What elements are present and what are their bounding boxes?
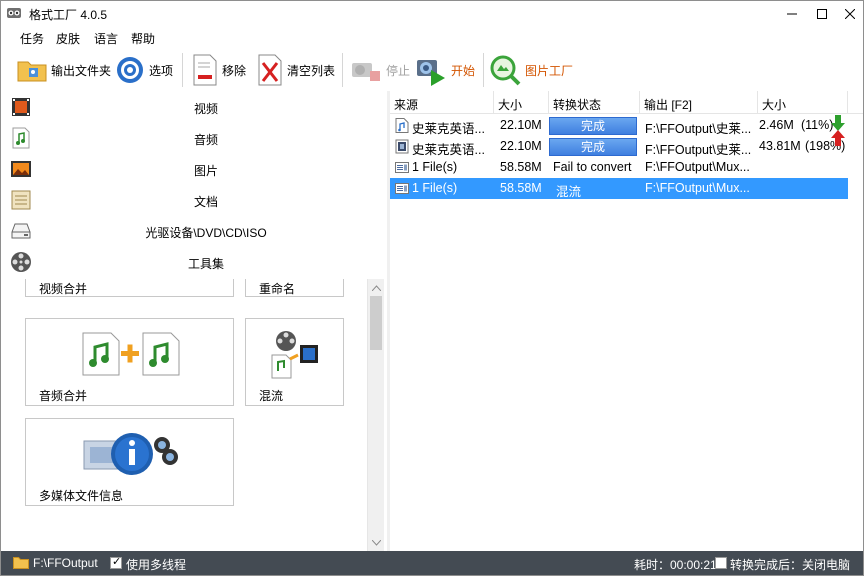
options-button[interactable]: 选项: [115, 51, 173, 89]
table-row-selected[interactable]: 1 File(s) 58.58M 混流 F:\FFOutput\Mux...: [390, 178, 848, 199]
cell-status: Fail to convert: [553, 160, 632, 174]
info-icon: [83, 433, 178, 475]
video-file-icon: [395, 139, 409, 154]
cell-ratio: (11%): [801, 118, 834, 132]
menu-language[interactable]: 语言: [94, 30, 118, 47]
chevron-down-icon: [372, 539, 381, 546]
tool-audio-merge[interactable]: 音频合并: [25, 318, 234, 406]
after-convert-label: 转换完成后：关闭电脑: [730, 558, 851, 572]
multithread-checkbox[interactable]: [110, 555, 122, 569]
cell-output: F:\FFOutput\史莱...: [645, 122, 752, 136]
scroll-up-button[interactable]: [368, 279, 385, 296]
list-header: 来源 大小 转换状态 输出 [F2] 大小: [390, 91, 863, 114]
cell-output-size: 43.81M: [759, 139, 801, 153]
elapsed-time: 耗时：00:00:21: [634, 558, 717, 572]
stop-button[interactable]: 停止: [350, 51, 410, 89]
minimize-button[interactable]: [777, 1, 807, 26]
remove-file-icon: [193, 54, 217, 86]
app-window: 格式工厂 4.0.5 任务 皮肤 语言 帮助 输出文件夹 选项 移除 清空列表 …: [0, 0, 864, 576]
tool-rename[interactable]: 重命名: [245, 279, 344, 297]
category-audio[interactable]: 音频: [1, 122, 387, 153]
magnifier-icon: [490, 55, 521, 86]
title-bar[interactable]: 格式工厂 4.0.5: [1, 1, 863, 26]
table-row[interactable]: 史莱克英语... 22.10M 完成 F:\FFOutput\史莱... 43.…: [390, 130, 848, 157]
status-badge: 完成: [549, 117, 637, 135]
chevron-up-icon: [372, 284, 381, 291]
column-output[interactable]: 输出 [F2]: [640, 91, 758, 114]
multi-file-icon: [395, 183, 409, 194]
maximize-button[interactable]: [807, 1, 837, 26]
toolbar-separator: [182, 53, 183, 87]
cell-source: 史莱克英语...: [412, 122, 485, 136]
minimize-icon: [787, 13, 797, 14]
menu-bar: 任务 皮肤 语言 帮助: [1, 26, 863, 48]
status-bar: F:\FFOutput 使用多线程 耗时：00:00:21 转换完成后：关闭电脑: [1, 551, 863, 575]
audio-file-icon: [395, 118, 409, 133]
gear-icon: [117, 57, 143, 83]
picture-factory-button[interactable]: 图片工厂: [489, 51, 573, 89]
multi-file-icon: [395, 162, 409, 173]
tools-grid: 视频合并 重命名 音频合并 混流 多媒体文件信息: [1, 279, 367, 551]
output-path-link[interactable]: F:\FFOutput: [33, 556, 98, 570]
cell-source: 1 File(s): [412, 181, 458, 195]
menu-task[interactable]: 任务: [20, 30, 44, 47]
cell-output: F:\FFOutput\史莱...: [645, 143, 752, 157]
column-status[interactable]: 转换状态: [549, 91, 640, 114]
window-title: 格式工厂 4.0.5: [29, 8, 108, 22]
arrow-up-icon: [831, 130, 845, 146]
cell-output: F:\FFOutput\Mux...: [645, 181, 750, 195]
column-size[interactable]: 大小: [494, 91, 549, 114]
cell-size: 22.10M: [500, 118, 542, 132]
menu-skin[interactable]: 皮肤: [56, 30, 80, 47]
clear-list-button[interactable]: 清空列表: [257, 51, 335, 89]
category-video[interactable]: 视频: [1, 91, 387, 122]
arrow-down-icon: [831, 115, 845, 131]
table-row[interactable]: 1 File(s) 58.58M Fail to convert F:\FFOu…: [390, 157, 848, 178]
close-button[interactable]: [835, 1, 864, 26]
cell-status: 混流: [556, 185, 582, 199]
cell-size: 22.10M: [500, 139, 542, 153]
cell-source: 1 File(s): [412, 160, 458, 174]
start-icon: [417, 60, 445, 86]
clear-list-icon: [258, 54, 282, 86]
folder-icon: [13, 557, 29, 569]
menu-help[interactable]: 帮助: [131, 30, 155, 47]
scroll-thumb[interactable]: [370, 296, 382, 350]
start-button[interactable]: 开始: [415, 51, 475, 89]
status-badge: 完成: [549, 138, 637, 156]
app-logo-icon: [7, 8, 21, 18]
remove-button[interactable]: 移除: [192, 51, 246, 89]
cell-output-size: 2.46M: [759, 118, 794, 132]
close-icon: [845, 8, 855, 19]
scroll-down-button[interactable]: [368, 534, 385, 551]
tool-media-info[interactable]: 多媒体文件信息: [25, 418, 234, 506]
file-list: 来源 大小 转换状态 输出 [F2] 大小 史莱克英语... 22.10M 完成…: [390, 91, 863, 551]
category-toolbox[interactable]: 工具集: [1, 246, 387, 277]
category-document[interactable]: 文档: [1, 184, 387, 215]
category-optical-drive[interactable]: 光驱设备\DVD\CD\ISO: [1, 215, 387, 246]
stop-icon: [352, 63, 380, 81]
toolbar-separator: [483, 53, 484, 87]
table-row[interactable]: 史莱克英语... 22.10M 完成 F:\FFOutput\史莱... 2.4…: [390, 115, 848, 136]
category-picture[interactable]: 图片: [1, 153, 387, 184]
tool-video-merge[interactable]: 视频合并: [25, 279, 234, 297]
column-output-size[interactable]: 大小: [758, 91, 848, 114]
category-panel: 视频 音频 图片 文档 光驱设备\DVD\CD\ISO 工具集 视频合并 重命名…: [1, 91, 387, 551]
audio-merge-icon: [82, 332, 180, 376]
output-folder-button[interactable]: 输出文件夹: [17, 51, 111, 89]
tool-mux[interactable]: 混流: [245, 318, 344, 406]
cell-output: F:\FFOutput\Mux...: [645, 160, 750, 174]
toolbar-separator: [342, 53, 343, 87]
column-source[interactable]: 来源: [390, 91, 494, 114]
multithread-label: 使用多线程: [126, 558, 187, 572]
cell-source: 史莱克英语...: [412, 143, 485, 157]
cell-size: 58.58M: [500, 181, 542, 195]
tools-scrollbar[interactable]: [367, 279, 384, 551]
maximize-icon: [817, 8, 827, 19]
cell-size: 58.58M: [500, 160, 542, 174]
folder-icon: [17, 61, 47, 82]
toolbar: 输出文件夹 选项 移除 清空列表 停止 开始 图片工厂: [1, 49, 863, 91]
mux-icon: [271, 331, 318, 379]
after-convert-checkbox[interactable]: [715, 557, 727, 569]
